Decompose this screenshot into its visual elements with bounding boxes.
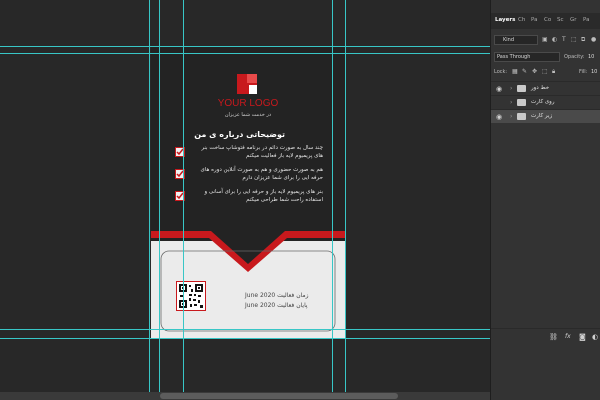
guide-line[interactable] — [332, 0, 333, 392]
logo-subtitle: در خدمت شما عزیزان — [224, 112, 272, 118]
layers-panel: Layers Ch Pa Co Sc Gr Pa Kind ▣ ◐ T ⬚ ⧉ … — [490, 0, 600, 400]
qr-code-icon — [176, 281, 206, 311]
filter-kind-value: Kind — [503, 37, 515, 43]
tab-color[interactable]: Co — [544, 17, 551, 23]
lock-label: Lock: — [494, 69, 508, 75]
blend-row: Pass Through Opacity: 10 — [494, 51, 598, 63]
layer-row-selected[interactable]: ◉ › زیر کارت — [491, 109, 600, 123]
opacity-field[interactable]: 10 — [588, 54, 594, 60]
mask-icon[interactable]: ◙ — [579, 333, 586, 341]
list-item: بنر های پریمیوم لایه باز و حرفه ایی را ب… — [175, 188, 323, 208]
about-title: توضیحاتی درباره ی من — [194, 130, 285, 139]
document-canvas[interactable]: YOUR LOGO در خدمت شما عزیزان توضیحاتی در… — [0, 0, 490, 392]
smart-object-filter-icon[interactable]: ⧉ — [581, 36, 585, 44]
item-text: هم به صورت حضوری و هم به صورت آنلاین دور… — [200, 167, 323, 181]
panel-bottom-bar: ⛓ fx ◙ ◐ — [491, 328, 600, 345]
guide-line[interactable] — [183, 0, 184, 392]
guide-line[interactable] — [0, 338, 490, 339]
eye-icon[interactable]: ◉ — [496, 113, 502, 121]
guide-line[interactable] — [0, 46, 490, 47]
item-text: بنر های پریمیوم لایه باز و حرفه ایی را ب… — [204, 189, 323, 203]
lock-pixels-icon[interactable]: ▦ — [512, 68, 518, 75]
eye-icon[interactable]: ◉ — [496, 85, 502, 93]
folder-icon — [517, 113, 526, 120]
date-label: زمان فعالیت — [277, 292, 309, 299]
item-text: چند سال به صورت دائم در برنامه فتوشاپ سا… — [201, 145, 323, 159]
tab-swatches[interactable]: Sc — [557, 17, 564, 23]
horizontal-scrollbar[interactable] — [0, 392, 490, 400]
logo-icon — [237, 74, 257, 94]
folder-icon — [517, 85, 526, 92]
fx-icon[interactable]: fx — [565, 333, 571, 340]
layer-row[interactable]: ◉ › خط دور — [491, 81, 600, 95]
blend-mode-select[interactable]: Pass Through — [494, 52, 560, 62]
business-card: YOUR LOGO در خدمت شما عزیزان توضیحاتی در… — [151, 46, 345, 338]
layer-row[interactable]: › روی کارت — [491, 95, 600, 109]
list-item: چند سال به صورت دائم در برنامه فتوشاپ سا… — [175, 144, 323, 164]
filter-toggle-icon[interactable]: ● — [591, 36, 596, 43]
guide-line[interactable] — [159, 0, 160, 392]
list-item: هم به صورت حضوری و هم به صورت آنلاین دور… — [175, 166, 323, 186]
opacity-label: Opacity: — [564, 54, 585, 60]
layer-filter-row: Kind ▣ ◐ T ⬚ ⧉ ● — [494, 34, 598, 46]
shape-filter-icon[interactable]: ⬚ — [571, 36, 577, 43]
scrollbar-thumb[interactable] — [160, 393, 398, 399]
activity-start-row: June 2020 زمان فعالیت — [245, 292, 325, 299]
lock-position-icon[interactable]: ✥ — [532, 68, 537, 75]
image-filter-icon[interactable]: ▣ — [542, 36, 548, 43]
logo-text: YOUR LOGO — [217, 98, 279, 109]
adjustment-filter-icon[interactable]: ◐ — [552, 36, 557, 43]
tab-patterns[interactable]: Pa — [583, 17, 589, 23]
lock-all-icon[interactable]: 🔒︎ — [552, 68, 555, 76]
type-filter-icon[interactable]: T — [562, 36, 566, 43]
adjustment-icon[interactable]: ◐ — [592, 333, 598, 341]
layer-name: خط دور — [531, 85, 550, 91]
guide-line[interactable] — [345, 0, 346, 392]
layer-name: روی کارت — [531, 99, 555, 105]
date-label: پایان فعالیت — [277, 302, 308, 309]
tab-paths[interactable]: Pa — [531, 17, 537, 23]
guide-line[interactable] — [149, 0, 150, 392]
tab-gradients[interactable]: Gr — [570, 17, 577, 23]
tab-channels[interactable]: Ch — [518, 17, 525, 23]
filter-kind-select[interactable]: Kind — [494, 35, 538, 45]
lock-row: Lock: ▦ ✎ ✥ ⬚ 🔒︎ Fill: 10 — [494, 67, 598, 79]
chevron-right-icon[interactable]: › — [510, 99, 512, 106]
date-value: June 2020 — [245, 292, 276, 299]
link-icon[interactable]: ⛓ — [549, 333, 558, 341]
fill-field[interactable]: 10 — [591, 69, 597, 75]
panel-tabs: Layers Ch Pa Co Sc Gr Pa — [491, 13, 600, 29]
activity-end-row: June 2020 پایان فعالیت — [245, 302, 325, 309]
fill-label: Fill: — [579, 69, 588, 75]
lock-artboard-icon[interactable]: ⬚ — [542, 68, 548, 75]
layer-name: زیر کارت — [531, 113, 553, 119]
tab-layers[interactable]: Layers — [495, 17, 515, 23]
lock-image-icon[interactable]: ✎ — [522, 68, 527, 75]
chevron-right-icon[interactable]: › — [510, 85, 512, 92]
folder-icon — [517, 99, 526, 106]
guide-line[interactable] — [0, 329, 490, 330]
blend-mode-value: Pass Through — [497, 54, 531, 60]
guide-line[interactable] — [0, 53, 490, 54]
date-value: June 2020 — [245, 302, 276, 309]
chevron-right-icon[interactable]: › — [510, 113, 512, 120]
